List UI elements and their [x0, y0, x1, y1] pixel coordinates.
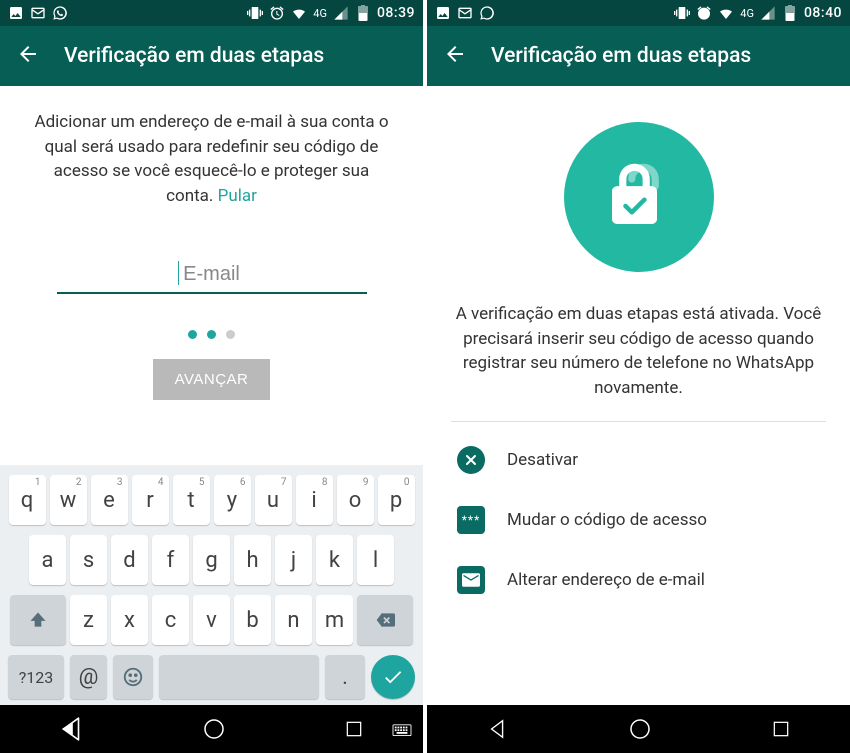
app-bar: Verificação em duas etapas [427, 26, 850, 86]
description: A verificação em duas etapas está ativad… [451, 302, 826, 401]
app-bar: Verificação em duas etapas [0, 26, 423, 86]
lock-hero-icon [564, 122, 714, 272]
image-icon [435, 5, 451, 21]
network-label: 4G [740, 7, 754, 20]
at-key[interactable]: @ [70, 655, 107, 699]
period-key[interactable]: . [325, 655, 365, 699]
key-f[interactable]: f [152, 535, 189, 585]
nav-home-icon[interactable] [202, 717, 226, 741]
key-e[interactable]: e3 [91, 475, 128, 525]
option-label: Desativar [507, 450, 578, 470]
key-v[interactable]: v [193, 595, 230, 645]
status-clock: 08:39 [377, 5, 415, 21]
nav-back-icon[interactable] [487, 718, 509, 740]
passcode-icon: *** [457, 506, 485, 534]
page-title: Verificação em duas etapas [64, 44, 324, 68]
status-bar: 4G 08:40 [427, 0, 850, 26]
back-icon[interactable] [443, 42, 467, 70]
divider [451, 421, 826, 422]
status-bar: 4G 08:39 [0, 0, 423, 26]
battery-icon [355, 5, 371, 21]
nav-recent-icon[interactable] [771, 719, 791, 739]
step-dot-1 [188, 330, 197, 339]
key-a[interactable]: a [29, 535, 66, 585]
description: Adicionar um endereço de e-mail à sua co… [28, 110, 395, 209]
key-r[interactable]: r4 [132, 475, 169, 525]
skip-link[interactable]: Pular [218, 186, 257, 206]
key-p[interactable]: p0 [378, 475, 415, 525]
image-icon [8, 5, 24, 21]
keyboard-toggle-icon[interactable] [391, 723, 413, 741]
step-dots [28, 330, 395, 339]
phone-left: 4G 08:39 Verificação em duas etapas Adic… [0, 0, 423, 753]
advance-button[interactable]: AVANÇAR [153, 359, 271, 400]
option-disable[interactable]: Desativar [451, 430, 826, 490]
gmail-icon [30, 5, 46, 21]
key-d[interactable]: d [111, 535, 148, 585]
nav-bar [0, 705, 423, 753]
gmail-icon [457, 5, 473, 21]
alarm-icon [696, 5, 712, 21]
back-icon[interactable] [16, 42, 40, 70]
vibrate-icon [247, 5, 263, 21]
alarm-icon [269, 5, 285, 21]
signal-icon [760, 5, 776, 21]
step-dot-3 [226, 330, 235, 339]
key-w[interactable]: w2 [50, 475, 87, 525]
key-t[interactable]: t5 [173, 475, 210, 525]
keyboard: q1w2e3r4t5y6u7i8o9p0 asdfghjkl zxcvbnm ?… [0, 465, 423, 705]
vibrate-icon [674, 5, 690, 21]
key-y[interactable]: y6 [214, 475, 251, 525]
key-l[interactable]: l [357, 535, 394, 585]
key-z[interactable]: z [70, 595, 107, 645]
content-area: Adicionar um endereço de e-mail à sua co… [0, 86, 423, 465]
option-change-code[interactable]: *** Mudar o código de acesso [451, 490, 826, 550]
symbols-key[interactable]: ?123 [8, 655, 64, 699]
content-area: A verificação em duas etapas está ativad… [427, 86, 850, 705]
key-j[interactable]: j [275, 535, 312, 585]
wifi-icon [718, 5, 734, 21]
whatsapp-icon [479, 5, 495, 21]
key-g[interactable]: g [193, 535, 230, 585]
shift-key[interactable] [10, 595, 66, 645]
space-key[interactable] [159, 655, 319, 699]
emoji-key[interactable] [113, 655, 153, 699]
nav-bar [427, 705, 850, 753]
mail-icon [457, 566, 485, 594]
page-title: Verificação em duas etapas [491, 44, 751, 68]
battery-icon [782, 5, 798, 21]
status-clock: 08:40 [804, 5, 842, 21]
key-c[interactable]: c [152, 595, 189, 645]
key-k[interactable]: k [316, 535, 353, 585]
backspace-key[interactable] [357, 595, 413, 645]
wifi-icon [291, 5, 307, 21]
description-text: Adicionar um endereço de e-mail à sua co… [34, 112, 388, 206]
email-field[interactable] [57, 257, 367, 294]
step-dot-2 [207, 330, 216, 339]
option-label: Mudar o código de acesso [507, 510, 707, 530]
option-label: Alterar endereço de e-mail [507, 570, 705, 590]
enter-key[interactable] [371, 655, 415, 699]
key-h[interactable]: h [234, 535, 271, 585]
key-o[interactable]: o9 [337, 475, 374, 525]
key-m[interactable]: m [316, 595, 353, 645]
whatsapp-icon [52, 5, 68, 21]
signal-icon [333, 5, 349, 21]
close-circle-icon [457, 446, 485, 474]
key-q[interactable]: q1 [9, 475, 46, 525]
nav-home-icon[interactable] [628, 717, 652, 741]
nav-recent-icon[interactable] [344, 719, 364, 739]
key-s[interactable]: s [70, 535, 107, 585]
key-b[interactable]: b [234, 595, 271, 645]
option-change-email[interactable]: Alterar endereço de e-mail [451, 550, 826, 610]
nav-back-icon[interactable] [59, 716, 85, 742]
network-label: 4G [313, 7, 327, 20]
phone-right: 4G 08:40 Verificação em duas etapas A ve… [427, 0, 850, 753]
key-x[interactable]: x [111, 595, 148, 645]
key-u[interactable]: u7 [255, 475, 292, 525]
key-n[interactable]: n [275, 595, 312, 645]
email-field-row [28, 257, 395, 294]
key-i[interactable]: i8 [296, 475, 333, 525]
text-cursor [178, 261, 179, 285]
